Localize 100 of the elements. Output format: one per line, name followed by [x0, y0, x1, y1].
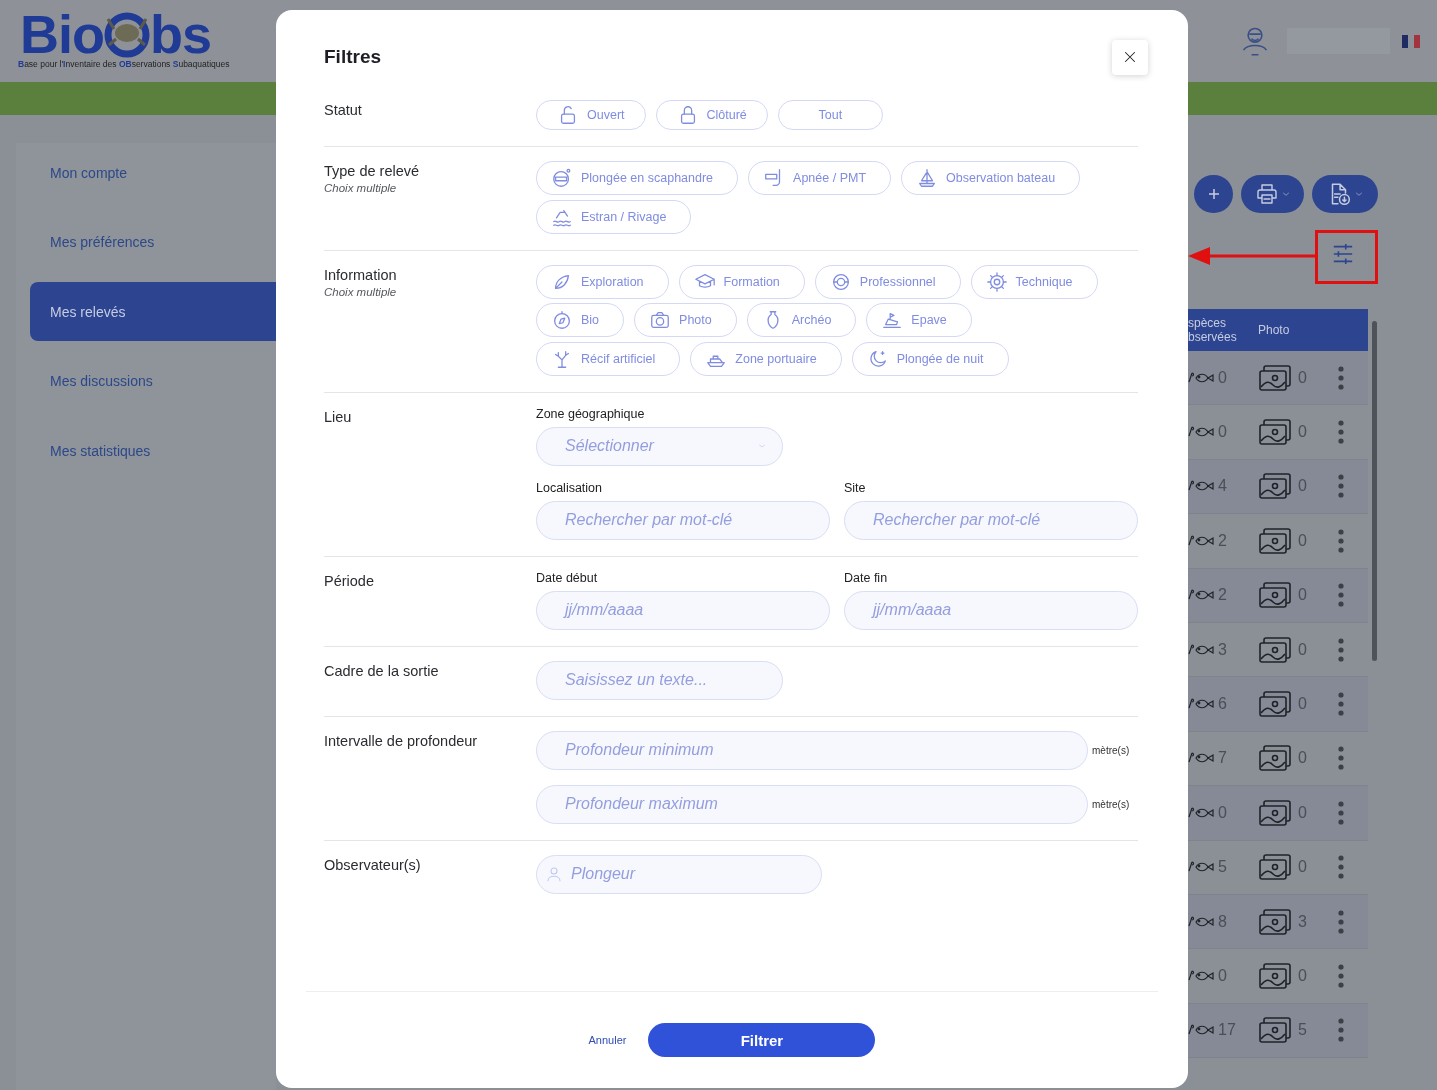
photo-count: 0 — [1298, 749, 1307, 768]
species-count: 7 — [1218, 749, 1227, 768]
species-count: 0 — [1218, 803, 1227, 822]
photos-icon — [1258, 689, 1292, 720]
add-button[interactable] — [1194, 175, 1233, 213]
section-label: Type de relevé — [324, 163, 421, 179]
section-label: Cadre de la sortie — [324, 662, 440, 679]
filter-button[interactable]: Filtrer — [648, 1023, 876, 1057]
photos-icon — [1258, 362, 1292, 393]
more-options-icon[interactable] — [1338, 474, 1344, 499]
photo-count: 0 — [1298, 640, 1307, 659]
photos-icon — [1258, 634, 1292, 665]
more-options-icon[interactable] — [1338, 637, 1344, 662]
species-count: 0 — [1218, 368, 1227, 387]
more-options-icon[interactable] — [1338, 800, 1344, 825]
filter-chip[interactable]: Formation — [678, 264, 805, 299]
highlight-frame — [1315, 230, 1378, 284]
select-field[interactable]: Sélectionner — [536, 426, 783, 466]
more-options-icon[interactable] — [1338, 365, 1344, 390]
printer-icon — [1254, 182, 1279, 206]
logo-tagline: Base pour l'Inventaire des OBservations Subaquatiques — [18, 59, 230, 69]
camera-icon — [649, 309, 672, 331]
placeholder-text: jj/mm/aaaa — [565, 601, 645, 619]
compass-icon — [551, 309, 573, 331]
sidebar-item[interactable]: Mon compte — [30, 143, 276, 202]
search-field[interactable]: Rechercher par mot-clé — [536, 500, 830, 540]
caret-icon — [1354, 189, 1364, 199]
user-avatar-icon[interactable] — [1241, 25, 1269, 57]
date-field[interactable]: jj/mm/aaaa — [844, 590, 1138, 630]
unit-label: mètre(s) — [1092, 744, 1131, 756]
species-count: 5 — [1218, 858, 1227, 877]
logo-text: bs — [150, 9, 212, 59]
section-label: Lieu — [324, 408, 353, 425]
more-options-icon[interactable] — [1338, 855, 1344, 880]
photo-count: 0 — [1298, 803, 1307, 822]
section-hint: Choix multiple — [324, 182, 398, 194]
filter-chip[interactable]: Estran / Rivage — [536, 199, 692, 234]
photo-count: 0 — [1298, 423, 1307, 442]
filter-chip[interactable]: Clôturé — [655, 100, 768, 130]
filter-chip[interactable]: Plongée en scaphandre — [536, 161, 739, 195]
filter-chip[interactable]: Technique — [970, 264, 1098, 299]
filter-chip[interactable]: Ouvert — [536, 100, 646, 130]
species-count: 3 — [1218, 640, 1227, 659]
placeholder-text: Sélectionner — [565, 437, 656, 455]
scrollbar-thumb[interactable] — [1371, 321, 1377, 661]
more-options-icon[interactable] — [1338, 692, 1344, 717]
filter-chip[interactable]: Tout — [777, 100, 883, 130]
date-field[interactable]: jj/mm/aaaa — [536, 590, 830, 630]
unit-label: mètre(s) — [1092, 798, 1131, 810]
dialog-title: Filtres — [324, 46, 382, 68]
section-label: Observateur(s) — [324, 856, 422, 873]
photo-count: 0 — [1298, 531, 1307, 550]
more-options-icon[interactable] — [1338, 1018, 1344, 1043]
sidebar-item[interactable]: Mes statistiques — [30, 421, 276, 480]
photos-icon — [1258, 1015, 1292, 1046]
print-button[interactable] — [1241, 175, 1304, 213]
photos-icon — [1258, 525, 1292, 556]
more-options-icon[interactable] — [1338, 909, 1344, 934]
photos-icon — [1258, 797, 1292, 828]
more-options-icon[interactable] — [1338, 583, 1344, 608]
filter-chip[interactable]: Exploration — [536, 264, 669, 299]
sidebar-item[interactable]: Mes préférences — [30, 212, 276, 272]
photos-icon — [1258, 471, 1292, 502]
plus-icon — [1207, 188, 1220, 200]
filter-chip[interactable]: Bio — [536, 303, 625, 337]
photos-icon — [1258, 906, 1292, 937]
filter-chip[interactable]: Zone portuaire — [690, 341, 842, 376]
placeholder-text: Rechercher par mot-clé — [873, 511, 1042, 529]
more-options-icon[interactable] — [1338, 528, 1344, 553]
observer-field[interactable]: Plongeur — [536, 854, 822, 894]
photos-icon — [1258, 580, 1292, 611]
section-label: Période — [324, 572, 375, 589]
filter-chip[interactable]: Récif artificiel — [536, 341, 681, 376]
filter-chip[interactable]: Archéo — [746, 303, 857, 337]
cancel-link[interactable]: Annuler — [588, 1034, 627, 1046]
sidebar-item[interactable]: Mes relevés — [30, 282, 276, 341]
filter-sliders-icon[interactable] — [1332, 243, 1354, 265]
species-count: 0 — [1218, 967, 1227, 985]
text-field[interactable]: Saisissez un texte... — [536, 660, 783, 700]
species-count: 2 — [1218, 531, 1227, 550]
filter-chip[interactable]: Epave — [866, 303, 972, 337]
placeholder-text: Rechercher par mot-clé — [565, 511, 734, 529]
filter-chip[interactable]: Observation bateau — [901, 161, 1081, 195]
field-label: Zone géographique — [536, 406, 646, 421]
filter-chip[interactable]: Professionnel — [814, 264, 961, 299]
french-flag-icon[interactable] — [1402, 34, 1420, 48]
depth-field[interactable]: Profondeur minimum — [536, 730, 1088, 770]
export-button[interactable] — [1312, 175, 1378, 213]
depth-field[interactable]: Profondeur maximum — [536, 784, 1088, 824]
sidebar-item[interactable]: Mes discussions — [30, 351, 276, 411]
filter-chip[interactable]: Photo — [634, 303, 737, 337]
filter-chip[interactable]: Plongée de nuit — [851, 341, 1009, 376]
more-options-icon[interactable] — [1338, 420, 1344, 445]
field-label: Site — [844, 480, 867, 495]
more-options-icon[interactable] — [1338, 964, 1344, 988]
search-field[interactable]: Rechercher par mot-clé — [844, 500, 1138, 540]
placeholder-text: jj/mm/aaaa — [873, 601, 953, 619]
more-options-icon[interactable] — [1338, 746, 1344, 771]
sailboat-icon — [916, 167, 938, 189]
filter-chip[interactable]: Apnée / PMT — [748, 161, 891, 195]
